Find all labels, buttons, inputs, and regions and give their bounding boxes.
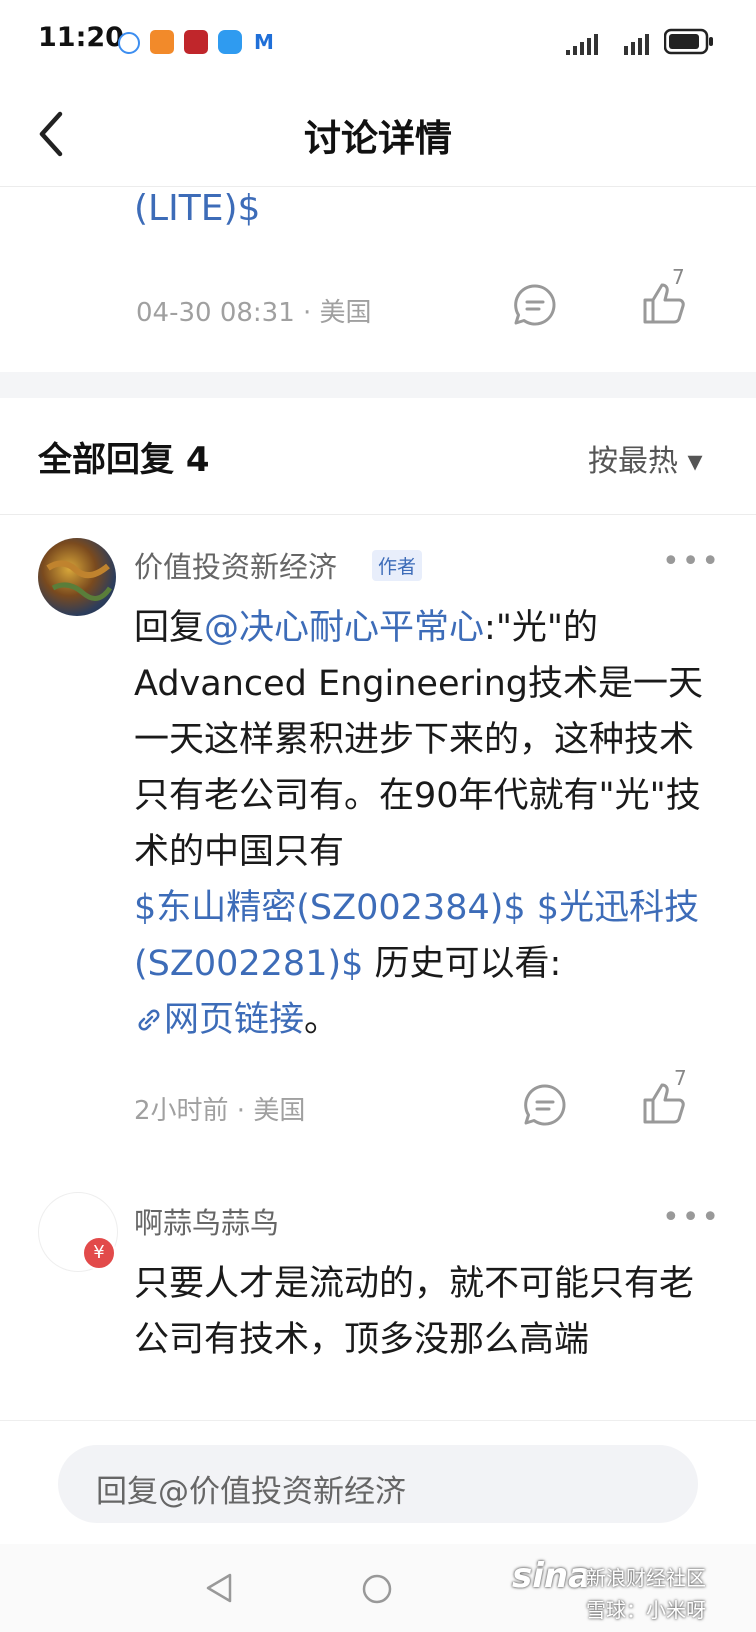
yuan-badge-icon: ¥ — [82, 1236, 116, 1270]
watermark-text: 雪球：小米呀 — [586, 1598, 706, 1622]
watermark-text: 新浪财经社区 — [586, 1566, 706, 1590]
map-avatar-image — [46, 560, 113, 601]
status-time: 11:20 — [38, 22, 124, 53]
section-separator — [0, 372, 756, 398]
signal-icon — [624, 34, 649, 55]
app-notification-icon: M — [252, 30, 276, 54]
signal-icon — [566, 34, 598, 55]
more-options-icon[interactable]: ••• — [662, 544, 721, 579]
post-meta: 04-30 08:31 · 美国 — [136, 298, 372, 328]
reply-text: 回复 — [134, 608, 205, 648]
like-count: 7 — [672, 265, 685, 289]
sort-dropdown[interactable]: 按最热 ▾ — [588, 436, 703, 480]
replies-title: 全部回复 4 — [38, 440, 210, 480]
replies-divider — [0, 514, 756, 515]
battery-icon — [664, 28, 713, 55]
reply-body: 回复@决心耐心平常心:"光"的Advanced Engineering技术是一天… — [134, 600, 704, 1048]
reply-text: 历史可以看: — [363, 944, 562, 984]
comment-icon[interactable] — [522, 1082, 568, 1128]
reply-placeholder[interactable]: 回复@价值投资新经济 — [96, 1466, 406, 1511]
web-link-label: 网页链接 — [164, 1000, 305, 1040]
page-title: 讨论详情 — [304, 117, 452, 160]
reply-body: 只要人才是流动的，就不可能只有老公司有技术，顶多没那么高端 — [134, 1264, 695, 1360]
reply-username[interactable]: 价值投资新经济 — [134, 544, 337, 586]
reply-text: 。 — [304, 1000, 340, 1040]
status-bar: 11:20 M — [0, 0, 756, 86]
comment-icon[interactable] — [512, 282, 558, 328]
header-divider — [0, 186, 756, 187]
app-notification-icon — [184, 30, 208, 54]
back-nav-icon[interactable] — [204, 1572, 234, 1604]
reply-meta: 2小时前 · 美国 — [134, 1096, 306, 1126]
sina-logo: sina — [512, 1556, 592, 1596]
web-link[interactable]: 网页链接 — [134, 1000, 304, 1040]
app-notification-icon — [118, 32, 140, 54]
chat-app-icon — [218, 30, 242, 54]
like-count: 7 — [674, 1066, 687, 1090]
avatar[interactable] — [38, 538, 116, 616]
reply-username[interactable]: 啊蒜鸟蒜鸟 — [134, 1200, 279, 1242]
stock-link[interactable]: (LITE)$ — [134, 188, 260, 229]
link-icon — [138, 1009, 160, 1031]
app-notification-icon — [150, 30, 174, 54]
stock-link[interactable]: $东山精密(SZ002384)$ — [134, 888, 526, 928]
home-nav-icon[interactable] — [362, 1574, 392, 1604]
mention-link[interactable]: @决心耐心平常心 — [204, 608, 484, 648]
more-options-icon[interactable]: ••• — [662, 1200, 721, 1235]
author-badge: 作者 — [372, 550, 423, 581]
